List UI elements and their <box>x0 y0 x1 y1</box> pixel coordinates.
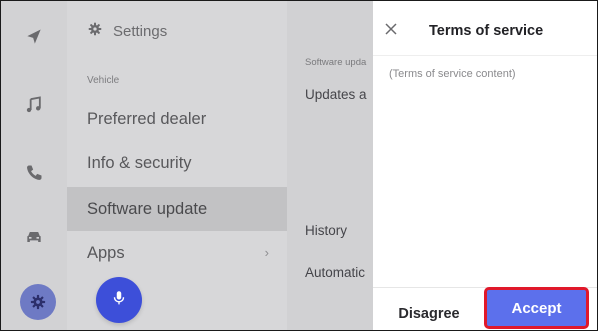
microphone-icon <box>110 289 128 312</box>
terms-content: (Terms of service content) <box>389 68 516 80</box>
screen-frame: Settings Vehicle Preferred dealer Info &… <box>0 0 598 331</box>
music-icon[interactable] <box>16 87 52 123</box>
chevron-right-icon: › <box>264 245 269 260</box>
software-update-pane: Software upda Updates a History Automati… <box>287 1 373 330</box>
nav-rail <box>1 1 67 330</box>
navigation-icon[interactable] <box>16 19 52 55</box>
settings-item-apps[interactable]: Apps › <box>67 231 287 275</box>
car-icon[interactable] <box>16 219 52 255</box>
updates-available-row[interactable]: Updates a <box>305 87 367 102</box>
section-label-vehicle: Vehicle <box>87 75 120 86</box>
settings-item-label: Software update <box>87 199 208 218</box>
terms-of-service-dialog: Terms of service (Terms of service conte… <box>373 1 597 330</box>
settings-item-label: Preferred dealer <box>87 109 207 128</box>
settings-item-label: Apps <box>87 243 125 262</box>
accept-button[interactable]: Accept <box>484 287 589 329</box>
disagree-button[interactable]: Disagree <box>381 296 477 330</box>
dialog-footer: Disagree Accept <box>373 287 597 330</box>
settings-icon[interactable] <box>20 284 56 320</box>
settings-item-preferred-dealer[interactable]: Preferred dealer <box>67 97 287 141</box>
dialog-title: Terms of service <box>429 23 544 39</box>
gear-icon <box>87 21 103 41</box>
history-row[interactable]: History <box>305 223 347 238</box>
software-update-section-label: Software upda <box>305 57 367 68</box>
settings-list: Settings Vehicle Preferred dealer Info &… <box>67 1 287 330</box>
dialog-header: Terms of service <box>373 1 597 56</box>
close-icon[interactable] <box>383 21 399 37</box>
settings-item-label: Info & security <box>87 153 192 172</box>
phone-icon[interactable] <box>16 155 52 191</box>
settings-item-info-security[interactable]: Info & security <box>67 141 287 185</box>
settings-item-software-update[interactable]: Software update <box>67 187 287 231</box>
settings-title: Settings <box>113 22 168 40</box>
voice-assistant-button[interactable] <box>96 277 142 323</box>
automatic-updates-row[interactable]: Automatic <box>305 265 365 280</box>
settings-header: Settings <box>87 21 167 41</box>
